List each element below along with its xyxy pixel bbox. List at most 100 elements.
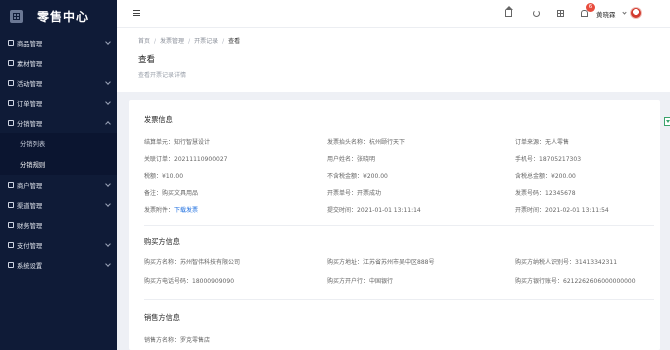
user-name[interactable]: 黄晓霖 [596,9,616,19]
field-label: 手机号： [515,156,540,163]
field-value: 苏州智伟科技有限公司 [180,259,241,266]
download-invoice-link[interactable]: 下载发票 [174,207,198,214]
seller-row: 销售方名称：罗克零售店 [144,335,654,345]
field-label: 购买方名称： [144,259,181,266]
chevron-down-icon [105,79,111,85]
side-panel-toggle[interactable] [664,117,670,126]
chevron-down-icon [105,39,111,45]
field-label: 发票号码： [515,190,546,197]
chevron-down-icon [105,241,111,247]
grid-icon[interactable] [557,10,564,17]
field-value: 6212262606000000000 [563,278,636,285]
avatar[interactable] [630,7,642,19]
field-label: 购买方银行账号： [515,278,564,285]
home-icon[interactable] [505,6,513,17]
sidebar-subitem-distribution-rules[interactable]: 分销规则 [0,154,117,175]
sidebar-item-channels[interactable]: 渠道管理 [0,195,117,215]
field-label: 发票抬头名称： [327,139,370,146]
page-title: 查看 [138,55,156,65]
field-value: 无人零售 [545,139,570,146]
field-label: 税额： [144,173,163,180]
brand: 零售中心 [0,0,117,33]
sidebar-item-merchants[interactable]: 商户管理 [0,175,117,195]
sidebar-item-materials[interactable]: 素材管理 [0,53,117,73]
breadcrumb: 首页 / 发票管理 / 开票记录 / 查看 [138,36,240,45]
store-icon [8,182,14,188]
divider [144,299,654,300]
sidebar: 零售中心 商品管理 素材管理 活动管理 订单管理 分销管理 分销列表 分销规则 … [0,0,117,350]
order-icon [8,100,14,106]
field-label: 开票单号： [327,190,358,197]
sidebar-item-activities[interactable]: 活动管理 [0,73,117,93]
topbar: 6 黄晓霖 [117,0,670,28]
field-value: 杭州颐行天下 [369,139,406,146]
channel-icon [8,202,14,208]
breadcrumb-separator: / [188,38,191,45]
field-value: 20211110900027 [174,156,228,163]
share-icon [8,120,14,126]
field-value: 18000909090 [192,278,235,285]
sidebar-item-finance[interactable]: 财务管理 [0,215,117,235]
field-label: 购买方开户行： [327,278,370,285]
section-title-buyer: 购买方信息 [144,237,180,246]
field-label: 用户姓名： [327,156,358,163]
invoice-row: 备注：购买文具用品 开票单号：开票成功 发票号码：12345678 [144,188,654,198]
field-value: 中国银行 [369,278,394,285]
field-label: 不含税金额： [327,173,364,180]
field-label: 含税总金额： [515,173,552,180]
notification-badge: 6 [586,3,595,12]
app-title: 零售中心 [37,10,90,24]
buyer-row: 购买方电话号码：18000909090 购买方开户行：中国银行 购买方银行账号：… [144,276,654,286]
field-label: 发票附件： [144,207,175,214]
sidebar-item-distribution[interactable]: 分销管理 [0,113,117,133]
field-value: 江苏省苏州市吴中区888号 [363,259,435,266]
field-value: 18705217303 [539,156,582,163]
document-icon [8,60,14,66]
invoice-row: 税额：¥10.00 不含税金额：¥200.00 含税总金额：¥200.00 [144,171,654,181]
field-label: 购买方地址： [327,259,364,266]
page-header: 首页 / 发票管理 / 开票记录 / 查看 查看 查看开票记录详情 [117,28,670,92]
chevron-down-icon[interactable] [622,10,627,15]
field-label: 提交时间： [327,207,358,214]
invoice-row: 发票附件：下载发票 提交时间：2021-01-01 13:11:14 开票时间：… [144,205,654,215]
refresh-icon[interactable] [533,10,540,17]
sidebar-item-payments[interactable]: 支付管理 [0,235,117,255]
wallet-icon [8,222,14,228]
field-value: 罗克零售店 [180,337,211,344]
detail-card: 发票信息 结算单元：知行智慧设计 发票抬头名称：杭州颐行天下 订单来源：无人零售… [129,100,660,350]
field-value: ¥200.00 [551,173,576,180]
field-value: 31413342311 [575,259,618,266]
field-value: 2021-02-01 13:11:54 [545,207,609,214]
chevron-down-icon [105,99,111,105]
breadcrumb-home[interactable]: 首页 [138,38,150,45]
sidebar-item-orders[interactable]: 订单管理 [0,93,117,113]
invoice-row: 关联订单：20211110900027 用户姓名：张晓明 手机号：1870521… [144,154,654,164]
invoice-row: 结算单元：知行智慧设计 发票抬头名称：杭州颐行天下 订单来源：无人零售 [144,137,654,147]
breadcrumb-invoice[interactable]: 发票管理 [160,38,184,45]
breadcrumb-records[interactable]: 开票记录 [194,38,218,45]
buyer-row: 购买方名称：苏州智伟科技有限公司 购买方地址：江苏省苏州市吴中区888号 购买方… [144,257,654,267]
field-label: 备注： [144,190,163,197]
apps-grid-icon[interactable] [10,10,23,23]
breadcrumb-separator: / [154,38,157,45]
field-value: ¥10.00 [162,173,184,180]
sidebar-item-products[interactable]: 商品管理 [0,33,117,53]
menu-toggle-icon[interactable] [133,10,140,16]
sidebar-subitem-distribution-list[interactable]: 分销列表 [0,133,117,154]
page-description: 查看开票记录详情 [138,72,187,79]
field-label: 结算单元： [144,139,175,146]
divider [144,225,654,226]
chevron-down-icon [105,261,111,267]
breadcrumb-current: 查看 [228,38,241,45]
field-value: 12345678 [545,190,576,197]
field-label: 关联订单： [144,156,175,163]
chevron-down-icon [105,181,111,187]
section-title-seller: 销售方信息 [144,313,180,322]
field-value: 开票成功 [357,190,382,197]
sidebar-item-settings[interactable]: 系统设置 [0,255,117,275]
field-value: ¥200.00 [363,173,388,180]
field-label: 订单来源： [515,139,546,146]
chevron-down-icon [105,201,111,207]
field-value: 张晓明 [357,156,376,163]
field-label: 销售方名称： [144,337,181,344]
